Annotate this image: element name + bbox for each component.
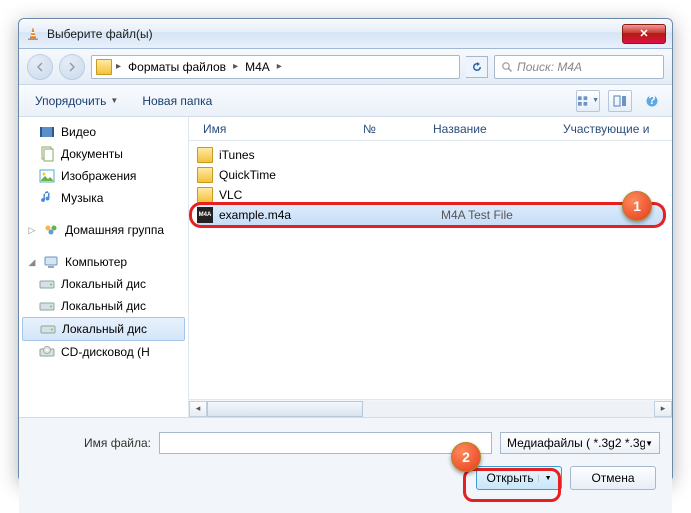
file-type-filter[interactable]: Медиафайлы ( *.3g2 *.3gp *.3g ▼ (500, 432, 660, 454)
folder-icon (197, 147, 213, 163)
file-area: Имя № Название Участвующие и iTunes Quic… (189, 117, 672, 417)
sidebar-item-disk-1[interactable]: Локальный дис (19, 273, 188, 295)
cdrom-icon (39, 344, 55, 360)
titlebar: Выберите файл(ы) ✕ (19, 19, 672, 49)
chevron-right-icon: ▸ (233, 61, 238, 72)
computer-icon (43, 254, 59, 270)
search-placeholder: Поиск: M4A (517, 60, 582, 74)
chevron-down-icon: ▼ (645, 439, 653, 448)
file-row-selected[interactable]: M4A example.m4a M4A Test File (197, 205, 664, 225)
folder-row[interactable]: iTunes (197, 145, 664, 165)
cancel-button[interactable]: Отмена (570, 466, 656, 490)
file-list: iTunes QuickTime VLC M4A example.m4a M4A… (189, 141, 672, 399)
col-name[interactable]: Имя (197, 122, 357, 136)
sidebar-item-disk-2[interactable]: Локальный дис (19, 295, 188, 317)
drive-icon (39, 298, 55, 314)
breadcrumb-seg-1[interactable]: Форматы файлов (125, 58, 229, 76)
new-folder-button[interactable]: Новая папка (134, 90, 220, 112)
breadcrumb[interactable]: ▸ Форматы файлов ▸ M4A ▸ (91, 55, 460, 79)
annotation-callout-1: 1 (622, 191, 652, 221)
documents-icon (39, 146, 55, 162)
scroll-left-button[interactable]: ◂ (189, 401, 207, 417)
organize-button[interactable]: Упорядочить ▼ (27, 90, 126, 112)
toolbar: Упорядочить ▼ Новая папка ▼ ? (19, 85, 672, 117)
sidebar: Видео Документы Изображения Музыка ▷ Дом… (19, 117, 189, 417)
column-headers: Имя № Название Участвующие и (189, 117, 672, 141)
forward-button[interactable] (59, 54, 85, 80)
col-num[interactable]: № (357, 122, 427, 136)
dialog-body: Видео Документы Изображения Музыка ▷ Дом… (19, 117, 672, 417)
chevron-down-icon: ▼ (110, 96, 118, 105)
nav-bar: ▸ Форматы файлов ▸ M4A ▸ Поиск: M4A (19, 49, 672, 85)
pictures-icon (39, 168, 55, 184)
back-button[interactable] (27, 54, 53, 80)
col-participants[interactable]: Участвующие и (557, 122, 664, 136)
folder-row[interactable]: VLC (197, 185, 664, 205)
open-button[interactable]: Открыть ▼ (476, 466, 562, 490)
search-input[interactable]: Поиск: M4A (494, 55, 664, 79)
chevron-right-icon: ▸ (277, 61, 282, 72)
preview-pane-button[interactable] (608, 90, 632, 112)
breadcrumb-seg-2[interactable]: M4A (242, 58, 273, 76)
video-icon (39, 124, 55, 140)
homegroup-icon (43, 222, 59, 238)
search-icon (501, 61, 513, 73)
dialog-title: Выберите файл(ы) (47, 27, 622, 41)
close-button[interactable]: ✕ (622, 24, 666, 44)
folder-icon (197, 167, 213, 183)
music-icon (39, 190, 55, 206)
sidebar-item-music[interactable]: Музыка (19, 187, 188, 209)
chevron-down-icon: ▼ (538, 475, 552, 482)
chevron-down-icon: ▼ (592, 97, 599, 104)
m4a-file-icon: M4A (197, 207, 213, 223)
horizontal-scrollbar[interactable]: ◂ ▸ (189, 399, 672, 417)
vlc-icon (25, 26, 41, 42)
sidebar-item-video[interactable]: Видео (19, 121, 188, 143)
collapse-icon: ◢ (27, 257, 37, 267)
sidebar-item-cdrom[interactable]: CD-дисковод (Н (19, 341, 188, 363)
sidebar-item-documents[interactable]: Документы (19, 143, 188, 165)
col-title[interactable]: Название (427, 122, 557, 136)
scroll-right-button[interactable]: ▸ (654, 401, 672, 417)
file-open-dialog: Выберите файл(ы) ✕ ▸ Форматы файлов ▸ M4… (18, 18, 673, 482)
expand-icon: ▷ (27, 225, 37, 235)
dialog-footer: Имя файла: Медиафайлы ( *.3g2 *.3gp *.3g… (19, 417, 672, 513)
annotation-callout-2: 2 (451, 442, 481, 472)
folder-icon (96, 59, 112, 75)
view-options-button[interactable]: ▼ (576, 90, 600, 112)
sidebar-item-homegroup[interactable]: ▷ Домашняя группа (19, 219, 188, 241)
help-button[interactable]: ? (640, 90, 664, 112)
chevron-right-icon: ▸ (116, 61, 121, 72)
svg-text:?: ? (648, 94, 655, 107)
refresh-button[interactable] (466, 56, 488, 78)
filename-input[interactable] (159, 432, 492, 454)
folder-icon (197, 187, 213, 203)
scroll-track[interactable] (207, 401, 654, 417)
sidebar-item-computer[interactable]: ◢ Компьютер (19, 251, 188, 273)
scroll-thumb[interactable] (207, 401, 363, 417)
drive-icon (40, 321, 56, 337)
filename-label: Имя файла: (31, 436, 151, 450)
folder-row[interactable]: QuickTime (197, 165, 664, 185)
sidebar-item-pictures[interactable]: Изображения (19, 165, 188, 187)
drive-icon (39, 276, 55, 292)
sidebar-item-disk-3[interactable]: Локальный дис (22, 317, 185, 341)
